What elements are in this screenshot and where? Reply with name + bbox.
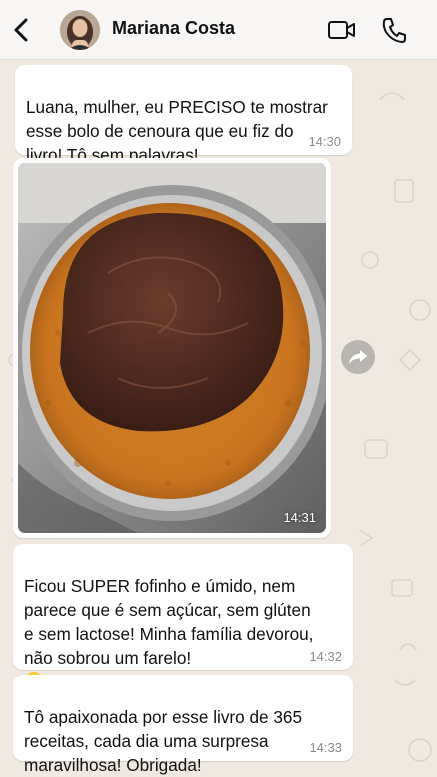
message-timestamp: 14:32 xyxy=(309,649,342,664)
photo-timestamp: 14:31 xyxy=(283,510,316,525)
message-bubble[interactable]: Ficou SUPER fofinho e úmido, nem parece … xyxy=(13,544,353,690)
message-bubble[interactable]: Luana, mulher, eu PRECISO te mostrar ess… xyxy=(15,65,352,210)
photo-message-bubble[interactable]: 14:31 xyxy=(13,158,331,538)
message-timestamp: 14:30 xyxy=(308,134,341,149)
message-timestamp: 14:33 xyxy=(309,740,342,755)
message-text: Tô apaixonada por esse livro de 365 rece… xyxy=(24,707,303,775)
carrot-cake-photo[interactable]: 14:31 xyxy=(18,163,326,533)
message-bubble[interactable]: Tô apaixonada por esse livro de 365 rece… xyxy=(13,675,353,775)
forward-button[interactable] xyxy=(341,340,375,374)
chat-header: Mariana Costa xyxy=(0,0,437,60)
phone-icon[interactable] xyxy=(381,16,407,44)
message-text: Luana, mulher, eu PRECISO te mostrar ess… xyxy=(26,97,328,165)
message-text: Ficou SUPER fofinho e úmido, nem parece … xyxy=(24,576,314,668)
chat-area[interactable]: Luana, mulher, eu PRECISO te mostrar ess… xyxy=(0,60,437,777)
video-call-icon[interactable] xyxy=(327,18,357,42)
forward-arrow-icon xyxy=(349,350,367,364)
avatar[interactable] xyxy=(60,10,100,50)
contact-name[interactable]: Mariana Costa xyxy=(112,18,235,39)
back-arrow-icon[interactable] xyxy=(10,16,34,44)
